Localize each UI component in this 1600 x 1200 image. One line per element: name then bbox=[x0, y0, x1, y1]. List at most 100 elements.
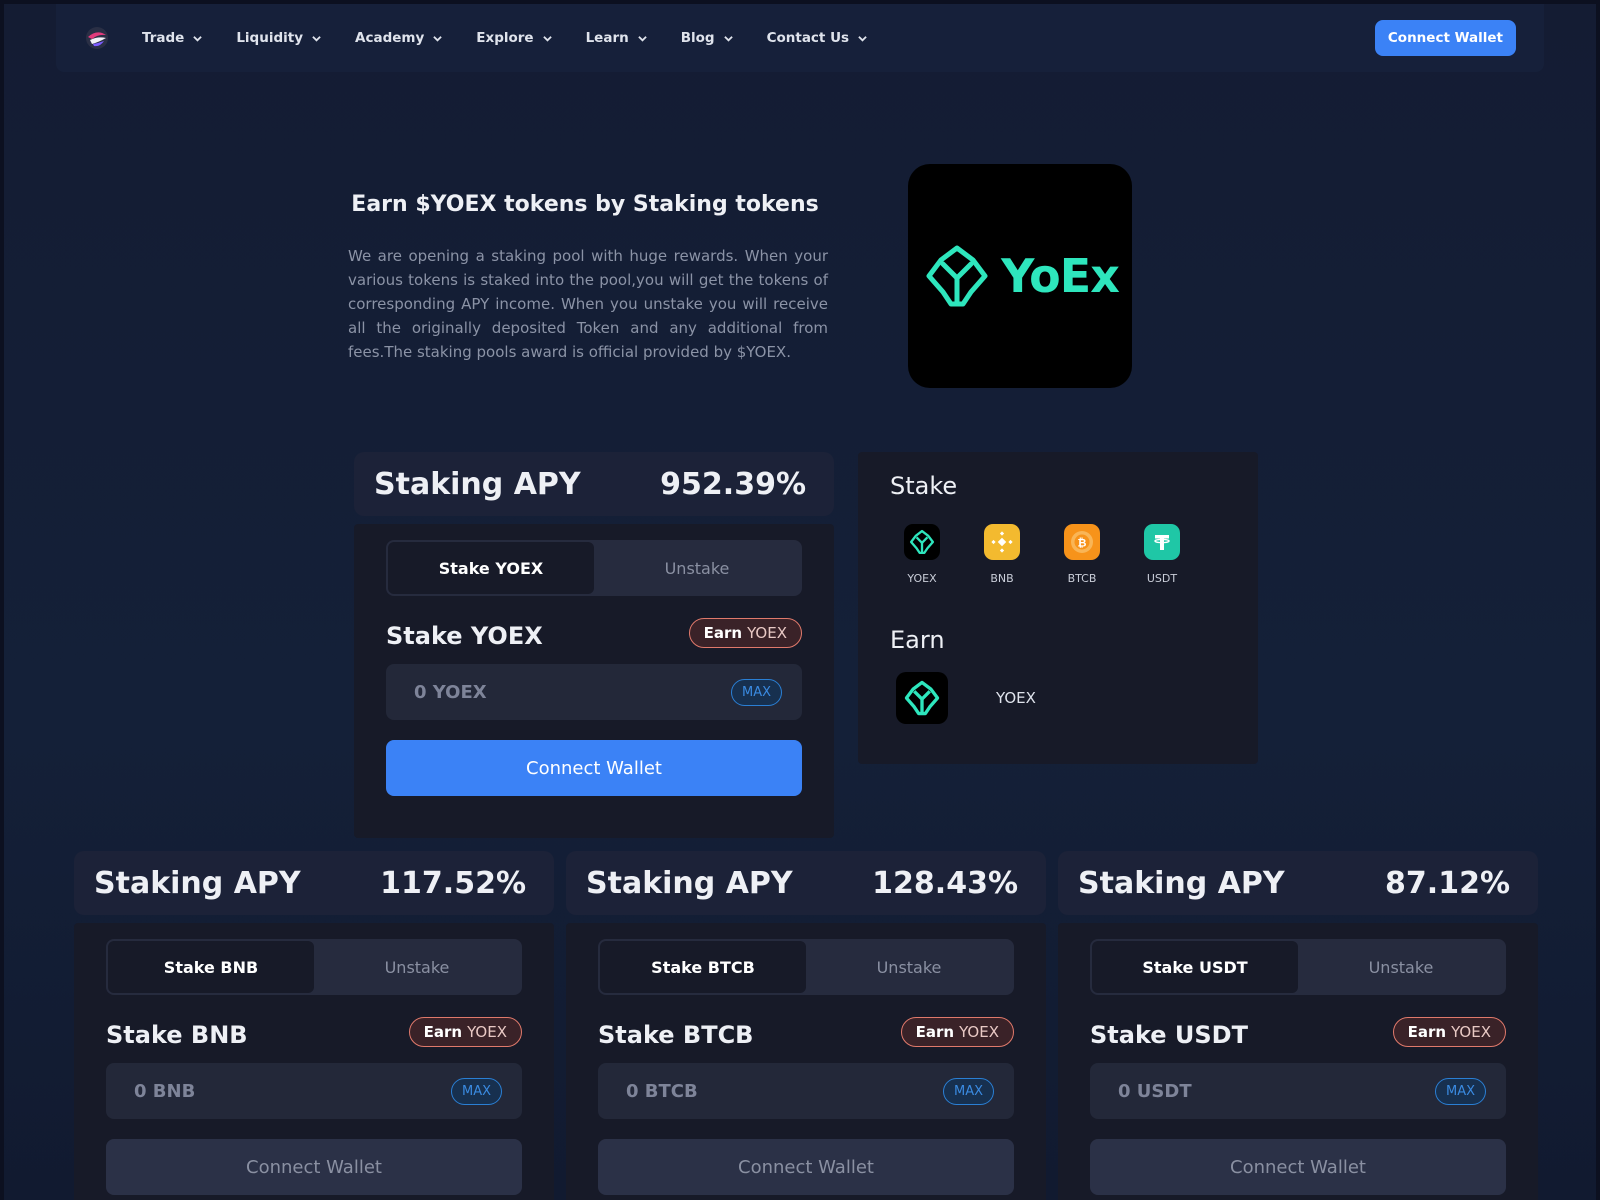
menu-blog-label: Blog bbox=[680, 30, 715, 46]
earn-word: Earn bbox=[915, 1023, 955, 1041]
stake-heading: Stake bbox=[890, 472, 958, 500]
stake-title: Stake USDT bbox=[1090, 1021, 1248, 1049]
tab-stake[interactable]: Stake YOEX bbox=[388, 542, 594, 594]
menu-liquidity[interactable]: Liquidity bbox=[236, 30, 321, 46]
usdt-icon bbox=[1144, 524, 1180, 560]
tab-stake[interactable]: Stake BTCB bbox=[600, 941, 806, 993]
earn-badge: Earn YOEX bbox=[900, 1017, 1014, 1047]
chevron-down-icon bbox=[193, 35, 203, 42]
stake-tabs: Stake BNB Unstake bbox=[106, 939, 522, 995]
token-bnb[interactable]: BNB bbox=[972, 524, 1032, 585]
apy-value: 128.43% bbox=[872, 865, 1018, 901]
chevron-down-icon bbox=[433, 35, 443, 42]
amount-field-wrapper: MAX bbox=[598, 1063, 1014, 1119]
chevron-down-icon bbox=[637, 35, 647, 42]
connect-wallet-button[interactable]: Connect Wallet bbox=[386, 740, 802, 796]
tab-unstake[interactable]: Unstake bbox=[594, 542, 800, 594]
token-label: BTCB bbox=[1067, 572, 1097, 585]
stake-amount-input[interactable] bbox=[626, 1080, 943, 1102]
token-label: YOEX bbox=[907, 572, 937, 585]
earn-word: Earn bbox=[1407, 1023, 1447, 1041]
site-logo-icon[interactable] bbox=[84, 25, 110, 51]
stake-tabs: Stake USDT Unstake bbox=[1090, 939, 1506, 995]
amount-field-wrapper: MAX bbox=[106, 1063, 522, 1119]
earn-word: Earn bbox=[423, 1023, 463, 1041]
earn-token: YOEX bbox=[747, 624, 787, 642]
svg-text:₿: ₿ bbox=[1078, 537, 1087, 550]
tab-stake[interactable]: Stake BNB bbox=[108, 941, 314, 993]
max-button[interactable]: MAX bbox=[450, 1077, 502, 1105]
amount-field-wrapper: MAX bbox=[1090, 1063, 1506, 1119]
apy-label: Staking APY bbox=[1078, 865, 1285, 901]
bnb-icon bbox=[984, 524, 1020, 560]
apy-bar-btcb: Staking APY 128.43% bbox=[566, 851, 1046, 915]
earn-token-label: YOEX bbox=[996, 689, 1036, 707]
apy-label: Staking APY bbox=[94, 865, 301, 901]
max-button[interactable]: MAX bbox=[942, 1077, 994, 1105]
menu-explore[interactable]: Explore bbox=[476, 30, 552, 46]
stake-card-yoex: Stake YOEX Unstake Stake YOEX EarnYOEX M… bbox=[354, 524, 834, 838]
earn-token: YOEX bbox=[959, 1023, 999, 1041]
max-button[interactable]: MAX bbox=[730, 678, 782, 706]
token-yoex[interactable]: YOEX bbox=[892, 524, 952, 585]
stake-amount-input[interactable] bbox=[134, 1080, 451, 1102]
earn-badge: Earn YOEX bbox=[408, 1017, 522, 1047]
token-label: BNB bbox=[990, 572, 1014, 585]
main-menu: Trade Liquidity Academy Explore Learn Bl… bbox=[142, 30, 901, 46]
menu-liquidity-label: Liquidity bbox=[236, 30, 304, 46]
yoex-icon bbox=[904, 524, 940, 560]
stake-amount-input[interactable] bbox=[1118, 1080, 1435, 1102]
tab-unstake[interactable]: Unstake bbox=[314, 941, 520, 993]
earn-badge: Earn YOEX bbox=[688, 618, 802, 648]
yoex-logo-icon bbox=[926, 245, 988, 307]
yoex-logo-text: YoEx bbox=[1001, 249, 1120, 303]
menu-learn[interactable]: Learn bbox=[586, 30, 647, 46]
apy-value: 117.52% bbox=[380, 865, 526, 901]
yoex-brand-logo: YoEx bbox=[908, 164, 1132, 388]
menu-trade-label: Trade bbox=[142, 30, 185, 46]
stake-title: Stake BNB bbox=[106, 1021, 248, 1049]
chevron-down-icon bbox=[858, 35, 867, 42]
top-nav: Trade Liquidity Academy Explore Learn Bl… bbox=[56, 4, 1544, 72]
token-usdt[interactable]: USDT bbox=[1132, 524, 1192, 585]
stake-card-bnb: Stake BNB Unstake Stake BNB EarnYOEX MAX… bbox=[74, 923, 554, 1200]
amount-field-wrapper: MAX bbox=[386, 664, 802, 720]
menu-explore-label: Explore bbox=[476, 30, 534, 46]
apy-value: 87.12% bbox=[1385, 865, 1510, 901]
stake-amount-input[interactable] bbox=[414, 681, 731, 703]
connect-wallet-button[interactable]: Connect Wallet bbox=[1090, 1139, 1506, 1195]
nav-connect-wallet-button[interactable]: Connect Wallet bbox=[1374, 20, 1516, 56]
menu-blog[interactable]: Blog bbox=[681, 30, 733, 46]
menu-academy-label: Academy bbox=[355, 30, 425, 46]
apy-label: Staking APY bbox=[374, 466, 581, 502]
earn-heading: Earn bbox=[890, 626, 945, 654]
stake-tabs: Stake YOEX Unstake bbox=[386, 540, 802, 596]
earn-token-row: YOEX bbox=[896, 672, 1036, 724]
stake-title: Stake YOEX bbox=[386, 622, 543, 650]
stake-tabs: Stake BTCB Unstake bbox=[598, 939, 1014, 995]
stake-title: Stake BTCB bbox=[598, 1021, 754, 1049]
menu-contact-us[interactable]: Contact Us bbox=[767, 30, 868, 46]
tab-unstake[interactable]: Unstake bbox=[806, 941, 1012, 993]
tab-stake[interactable]: Stake USDT bbox=[1092, 941, 1298, 993]
menu-trade[interactable]: Trade bbox=[142, 30, 203, 46]
menu-contact-us-label: Contact Us bbox=[766, 30, 850, 46]
yoex-icon bbox=[896, 672, 948, 724]
chevron-down-icon bbox=[542, 35, 552, 42]
menu-learn-label: Learn bbox=[585, 30, 629, 46]
apy-bar-usdt: Staking APY 87.12% bbox=[1058, 851, 1538, 915]
apy-value: 952.39% bbox=[660, 466, 806, 502]
connect-wallet-button[interactable]: Connect Wallet bbox=[106, 1139, 522, 1195]
token-label: USDT bbox=[1146, 572, 1178, 585]
tab-unstake[interactable]: Unstake bbox=[1298, 941, 1504, 993]
menu-academy[interactable]: Academy bbox=[355, 30, 443, 46]
max-button[interactable]: MAX bbox=[1434, 1077, 1486, 1105]
apy-label: Staking APY bbox=[586, 865, 793, 901]
hero-title: Earn $YOEX tokens by Staking tokens bbox=[351, 192, 819, 217]
apy-bar-bnb: Staking APY 117.52% bbox=[74, 851, 554, 915]
btcb-icon: ₿ bbox=[1064, 524, 1100, 560]
token-btcb[interactable]: ₿ BTCB bbox=[1052, 524, 1112, 585]
earn-badge: Earn YOEX bbox=[1392, 1017, 1506, 1047]
connect-wallet-button[interactable]: Connect Wallet bbox=[598, 1139, 1014, 1195]
hero-description: We are opening a staking pool with huge … bbox=[348, 247, 828, 361]
